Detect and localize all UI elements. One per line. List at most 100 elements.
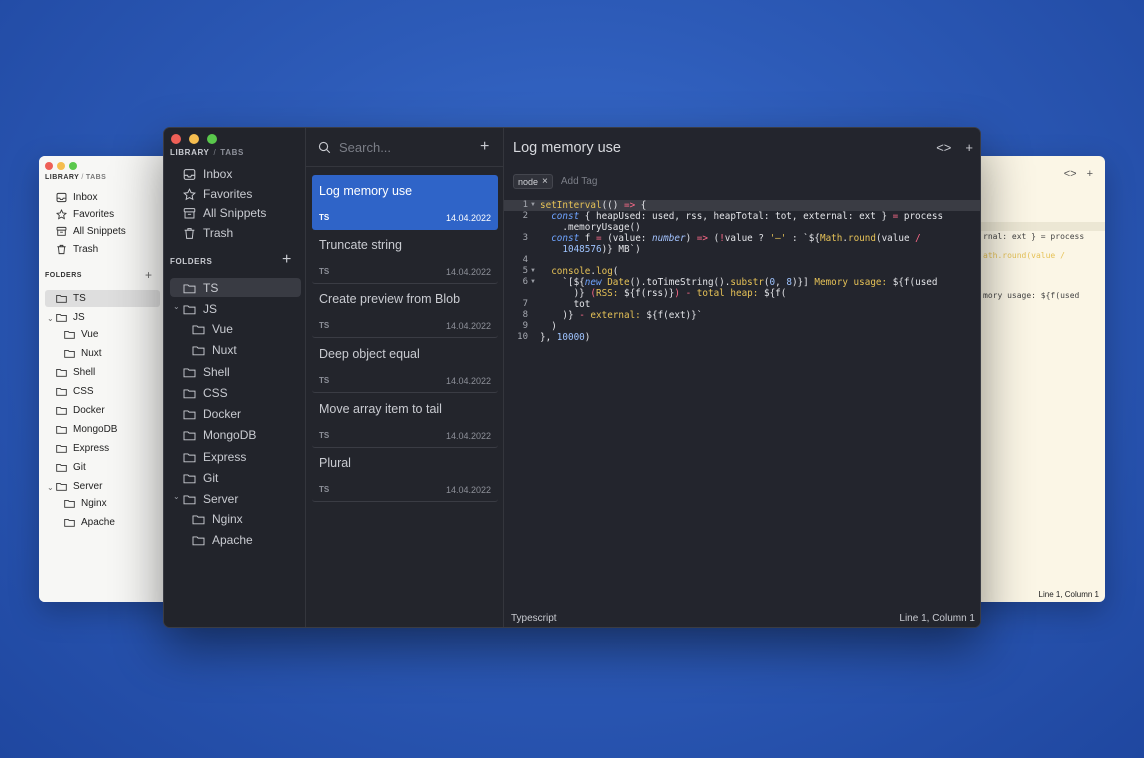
snippet-item[interactable]: Log memory use TS 14.04.2022 bbox=[312, 175, 498, 230]
folder-icon bbox=[56, 482, 67, 491]
folder-icon bbox=[56, 387, 67, 396]
folder-icon bbox=[183, 452, 196, 462]
snippet-language: TS bbox=[319, 321, 330, 330]
fold-icon[interactable]: ▼ bbox=[530, 279, 536, 285]
code-icon[interactable]: <> bbox=[936, 140, 951, 155]
close-icon[interactable] bbox=[171, 134, 181, 144]
snippet-item[interactable]: Move array item to tail TS 14.04.2022 bbox=[312, 393, 498, 448]
back-nav-trash[interactable]: Trash bbox=[56, 244, 98, 255]
snippet-item[interactable]: Plural TS 14.04.2022 bbox=[312, 447, 498, 502]
back-code-line: ath.round(value / bbox=[983, 251, 1065, 260]
add-snippet-button[interactable]: + bbox=[480, 139, 489, 155]
folder-css[interactable]: CSS bbox=[183, 383, 228, 403]
folder-git[interactable]: Git bbox=[183, 468, 218, 488]
folder-express[interactable]: Express bbox=[183, 447, 246, 467]
back-folder-js[interactable]: JS bbox=[56, 312, 85, 323]
back-folder-server[interactable]: Server bbox=[56, 481, 102, 492]
minimize-icon[interactable] bbox=[189, 134, 199, 144]
folder-icon bbox=[183, 473, 196, 483]
tabs-tab[interactable]: TABS bbox=[220, 148, 244, 157]
back-folder-ts[interactable]: TS bbox=[56, 293, 86, 304]
back-folder-apache[interactable]: Apache bbox=[64, 517, 115, 528]
plus-icon[interactable]: + bbox=[1087, 168, 1093, 180]
star-icon bbox=[56, 209, 67, 220]
nav-inbox[interactable]: Inbox bbox=[183, 167, 232, 181]
folder-nginx[interactable]: Nginx bbox=[192, 509, 243, 529]
add-folder-button[interactable]: + bbox=[282, 252, 291, 268]
folder-mongodb[interactable]: MongoDB bbox=[183, 425, 256, 445]
snippet-language: TS bbox=[319, 376, 330, 385]
folder-apache[interactable]: Apache bbox=[192, 530, 253, 550]
maximize-icon[interactable] bbox=[207, 134, 217, 144]
folder-icon bbox=[64, 330, 75, 339]
folder-icon bbox=[64, 518, 75, 527]
line-number: 7 bbox=[522, 299, 528, 309]
folder-vue[interactable]: Vue bbox=[192, 319, 233, 339]
inbox-icon bbox=[56, 192, 67, 203]
sidebar: LIBRARY / TABS Inbox Favorites All Snippet… bbox=[164, 128, 306, 627]
search-input[interactable] bbox=[339, 140, 469, 155]
nav-favorites-label: Favorites bbox=[203, 187, 253, 201]
plus-icon[interactable]: + bbox=[965, 140, 973, 155]
nav-favorites[interactable]: Favorites bbox=[183, 187, 252, 201]
fold-icon[interactable]: ▼ bbox=[530, 268, 536, 274]
editor-toolbar: <> + bbox=[936, 140, 973, 155]
folder-nuxt[interactable]: Nuxt bbox=[192, 340, 237, 360]
back-nav-all-snippets[interactable]: All Snippets bbox=[56, 226, 126, 237]
nav-trash[interactable]: Trash bbox=[183, 226, 233, 240]
editor-pane: Log memory use <> + node × Add Tag 1 ▼ 2 … bbox=[504, 128, 980, 627]
back-nav-favorites[interactable]: Favorites bbox=[56, 209, 114, 220]
back-folder-vue[interactable]: Vue bbox=[64, 329, 98, 340]
tabs-tab[interactable]: TABS bbox=[86, 174, 107, 181]
folder-icon bbox=[64, 349, 75, 358]
close-icon[interactable]: × bbox=[542, 176, 548, 187]
maximize-icon[interactable] bbox=[69, 162, 77, 170]
minimize-icon[interactable] bbox=[57, 162, 65, 170]
library-breadcrumb: LIBRARY / TABS bbox=[170, 148, 244, 157]
back-folder-shell[interactable]: Shell bbox=[56, 367, 95, 378]
folder-docker[interactable]: Docker bbox=[183, 404, 241, 424]
plus-icon[interactable]: + bbox=[145, 268, 152, 282]
back-nav-inbox[interactable]: Inbox bbox=[56, 192, 97, 203]
fold-icon[interactable]: ▼ bbox=[530, 202, 536, 208]
back-folder-mongodb[interactable]: MongoDB bbox=[56, 424, 117, 435]
tag-chip[interactable]: node × bbox=[513, 174, 553, 189]
snippet-item[interactable]: Create preview from Blob TS 14.04.2022 bbox=[312, 283, 498, 338]
back-folder-express[interactable]: Express bbox=[56, 443, 109, 454]
snippet-item[interactable]: Truncate string TS 14.04.2022 bbox=[312, 229, 498, 284]
archive-icon bbox=[183, 207, 196, 218]
traffic-lights bbox=[171, 134, 217, 144]
back-folder-git[interactable]: Git bbox=[56, 462, 86, 473]
chevron-down-icon[interactable]: ⌄ bbox=[173, 302, 180, 311]
snippet-title: Create preview from Blob bbox=[319, 292, 461, 306]
back-folder-nuxt[interactable]: Nuxt bbox=[64, 348, 102, 359]
folder-ts[interactable]: TS bbox=[183, 278, 218, 298]
back-folder-nginx[interactable]: Nginx bbox=[64, 498, 107, 509]
code-line: const f = (value: number) => (!value ? '… bbox=[551, 233, 921, 255]
snippet-date: 14.04.2022 bbox=[445, 213, 491, 223]
add-tag-input[interactable]: Add Tag bbox=[561, 176, 598, 187]
snippet-item[interactable]: Deep object equal TS 14.04.2022 bbox=[312, 338, 498, 393]
chevron-down-icon[interactable]: ⌄ bbox=[47, 483, 54, 492]
library-tab[interactable]: LIBRARY bbox=[45, 174, 79, 181]
folder-shell[interactable]: Shell bbox=[183, 362, 230, 382]
library-tab[interactable]: LIBRARY bbox=[170, 148, 209, 157]
language-selector[interactable]: Typescript bbox=[511, 613, 557, 624]
chevron-down-icon[interactable]: ⌄ bbox=[47, 314, 54, 323]
nav-all-snippets[interactable]: All Snippets bbox=[183, 206, 266, 220]
back-traffic-lights bbox=[45, 162, 77, 170]
tag-label: node bbox=[518, 176, 539, 187]
code-icon[interactable]: <> bbox=[1064, 168, 1077, 180]
search-bar bbox=[318, 140, 469, 155]
snippet-title: Truncate string bbox=[319, 238, 402, 252]
close-icon[interactable] bbox=[45, 162, 53, 170]
folder-server[interactable]: Server bbox=[183, 489, 238, 509]
cursor-position: Line 1, Column 1 bbox=[899, 613, 975, 624]
divider bbox=[306, 166, 503, 167]
back-folder-docker[interactable]: Docker bbox=[56, 405, 105, 416]
snippet-name-title[interactable]: Log memory use bbox=[513, 140, 621, 156]
folder-js[interactable]: JS bbox=[183, 299, 217, 319]
back-folder-css[interactable]: CSS bbox=[56, 386, 94, 397]
chevron-down-icon[interactable]: ⌄ bbox=[173, 492, 180, 501]
back-library-breadcrumb: LIBRARY / TABS bbox=[45, 174, 106, 181]
